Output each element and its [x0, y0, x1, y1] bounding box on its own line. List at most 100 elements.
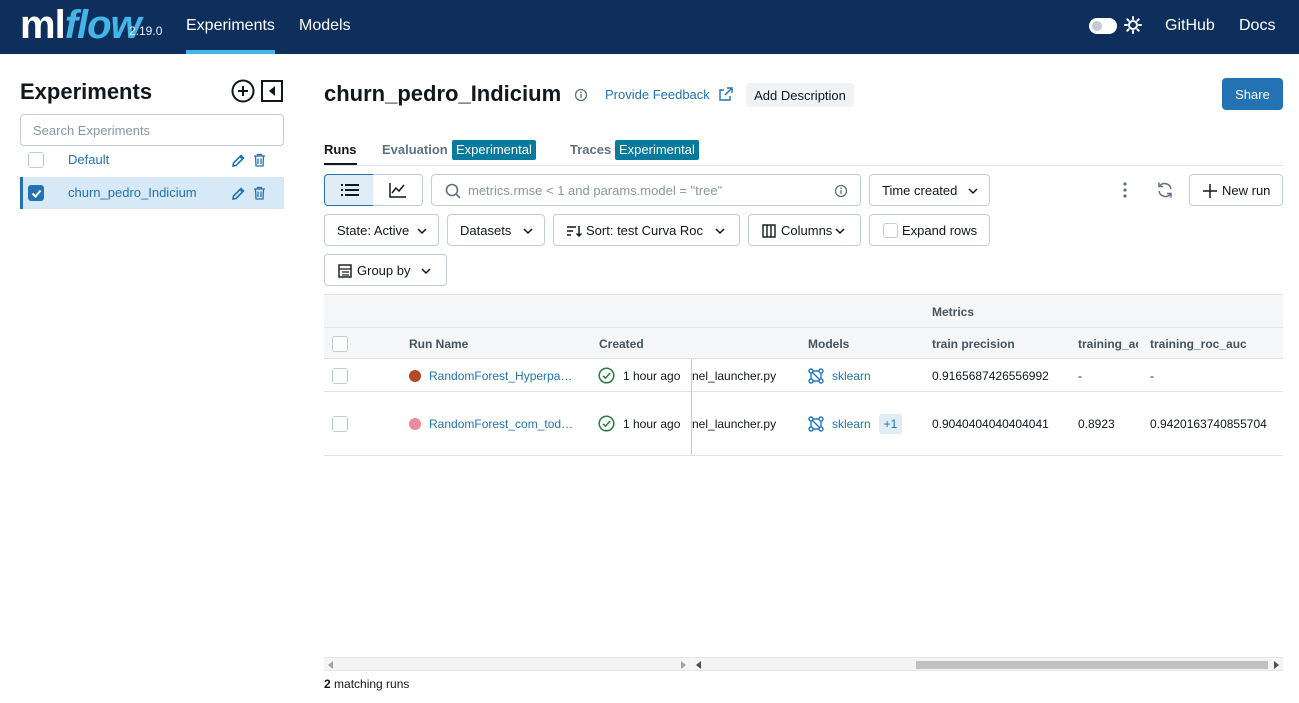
experimental-badge: Experimental: [615, 140, 699, 160]
run-source: nel_launcher.py: [692, 369, 777, 383]
col-training-roc-auc[interactable]: training_roc_auc: [1150, 337, 1247, 351]
top-navbar: mlflow 2.19.0 Experiments Models GitHub …: [0, 0, 1299, 54]
edit-icon[interactable]: [231, 186, 246, 201]
col-models[interactable]: Models: [808, 337, 849, 351]
col-training-ac[interactable]: training_ac: [1078, 337, 1138, 351]
runs-search-input[interactable]: [468, 181, 818, 199]
run-color-dot[interactable]: [409, 418, 421, 430]
list-view-toggle[interactable]: [324, 174, 374, 206]
share-button[interactable]: Share: [1222, 78, 1283, 110]
experiment-checkbox[interactable]: [28, 185, 44, 201]
created-time: 1 hour ago: [623, 369, 681, 383]
state-filter-dropdown[interactable]: State: Active: [324, 214, 439, 246]
sort-label: Sort: test Curva Roc: [586, 223, 704, 238]
scrollbar-thumb[interactable]: [916, 661, 1268, 669]
chart-icon: [389, 183, 406, 198]
model-icon: [808, 368, 824, 384]
add-experiment-icon[interactable]: [231, 79, 255, 103]
sidebar-item-churn[interactable]: churn_pedro_Indicium: [20, 177, 284, 209]
left-horizontal-scrollbar[interactable]: [324, 657, 691, 671]
experiment-name[interactable]: churn_pedro_Indicium: [68, 185, 197, 200]
group-by-dropdown[interactable]: Group by: [324, 254, 447, 286]
delete-icon[interactable]: [253, 186, 266, 200]
chevron-down-icon: [421, 268, 431, 275]
nav-github[interactable]: GitHub: [1165, 17, 1215, 35]
nav-experiments[interactable]: Experiments: [186, 17, 275, 35]
new-run-label: New run: [1222, 183, 1271, 198]
columns-dropdown[interactable]: Columns: [748, 214, 861, 246]
mlflow-logo[interactable]: mlflow: [20, 3, 142, 47]
group-by-label: Group by: [357, 263, 411, 278]
info-icon[interactable]: [834, 184, 848, 198]
time-created-dropdown[interactable]: Time created: [869, 174, 990, 206]
sidebar-item-default[interactable]: Default: [20, 144, 284, 176]
chart-view-toggle[interactable]: [373, 174, 423, 206]
training-roc-auc-value: -: [1150, 369, 1154, 383]
scroll-left-arrow[interactable]: [328, 661, 333, 669]
matching-runs-count: 2 matching runs: [324, 677, 410, 691]
more-options-icon[interactable]: [1117, 181, 1133, 199]
external-link-icon[interactable]: [719, 87, 733, 101]
run-color-dot[interactable]: [409, 370, 421, 382]
expand-rows-toggle[interactable]: Expand rows: [869, 214, 990, 246]
row-checkbox[interactable]: [332, 368, 348, 384]
add-description-button[interactable]: Add Description: [746, 83, 854, 107]
col-train-precision[interactable]: train precision: [932, 337, 1015, 351]
edit-icon[interactable]: [231, 153, 246, 168]
group-by-icon: [338, 264, 352, 278]
col-run-name[interactable]: Run Name: [409, 337, 468, 351]
table-row[interactable]: RandomForest_Hyperpa… 1 hour ago nel_lau…: [324, 360, 1283, 392]
tabs-divider: [324, 165, 1283, 166]
dark-mode-toggle[interactable]: [1089, 18, 1117, 34]
tab-evaluation[interactable]: Evaluation: [382, 142, 448, 157]
model-link[interactable]: sklearn: [832, 417, 871, 431]
new-run-button[interactable]: New run: [1189, 174, 1283, 206]
provide-feedback-link[interactable]: Provide Feedback: [605, 87, 710, 102]
right-horizontal-scrollbar[interactable]: [692, 657, 1283, 671]
chevron-down-icon: [835, 228, 845, 235]
sort-dropdown[interactable]: Sort: test Curva Roc: [553, 214, 740, 246]
col-created[interactable]: Created: [599, 337, 644, 351]
row-checkbox[interactable]: [332, 416, 348, 432]
search-experiments-input[interactable]: [20, 114, 284, 146]
tab-traces[interactable]: Traces: [570, 142, 611, 157]
version-label: 2.19.0: [129, 24, 163, 38]
scroll-left-arrow[interactable]: [696, 661, 701, 669]
select-all-checkbox[interactable]: [332, 336, 348, 352]
page-title: churn_pedro_Indicium: [324, 81, 562, 106]
datasets-filter-dropdown[interactable]: Datasets: [447, 214, 545, 246]
training-ac-value: 0.8923: [1078, 417, 1115, 431]
table-header: Run Name Created Models train precision …: [324, 327, 1283, 359]
nav-models[interactable]: Models: [299, 17, 351, 35]
delete-icon[interactable]: [253, 153, 266, 167]
success-check-icon: [598, 367, 615, 384]
experiment-checkbox[interactable]: [28, 152, 44, 168]
list-icon: [341, 184, 359, 196]
scroll-right-arrow[interactable]: [1274, 661, 1279, 669]
experiment-name[interactable]: Default: [68, 152, 109, 167]
created-time: 1 hour ago: [623, 417, 681, 431]
columns-label: Columns: [781, 223, 833, 238]
run-name-link[interactable]: RandomForest_com_tod…: [429, 417, 577, 431]
scroll-right-arrow[interactable]: [681, 661, 686, 669]
search-icon: [445, 183, 461, 199]
table-row[interactable]: RandomForest_com_tod… 1 hour ago nel_lau…: [324, 392, 1283, 456]
train-precision-value: 0.9165687426556992: [932, 369, 1049, 383]
tab-runs[interactable]: Runs: [324, 142, 357, 157]
sort-icon: [567, 226, 582, 238]
more-models-badge[interactable]: +1: [879, 414, 902, 434]
table-group-header: Metrics: [324, 295, 1283, 327]
info-icon[interactable]: [574, 88, 588, 102]
nav-docs[interactable]: Docs: [1239, 17, 1275, 35]
runs-search[interactable]: [431, 174, 861, 206]
sun-icon: [1124, 16, 1142, 34]
pinned-columns-divider: [691, 359, 692, 455]
collapse-sidebar-icon[interactable]: [261, 80, 283, 102]
nav-active-indicator: [186, 50, 275, 54]
plus-icon: [1203, 184, 1217, 198]
run-name-link[interactable]: RandomForest_Hyperpa…: [429, 369, 577, 383]
chevron-down-icon: [417, 228, 427, 235]
refresh-icon[interactable]: [1156, 181, 1174, 199]
expand-rows-checkbox[interactable]: [883, 223, 898, 238]
model-link[interactable]: sklearn: [832, 369, 871, 383]
